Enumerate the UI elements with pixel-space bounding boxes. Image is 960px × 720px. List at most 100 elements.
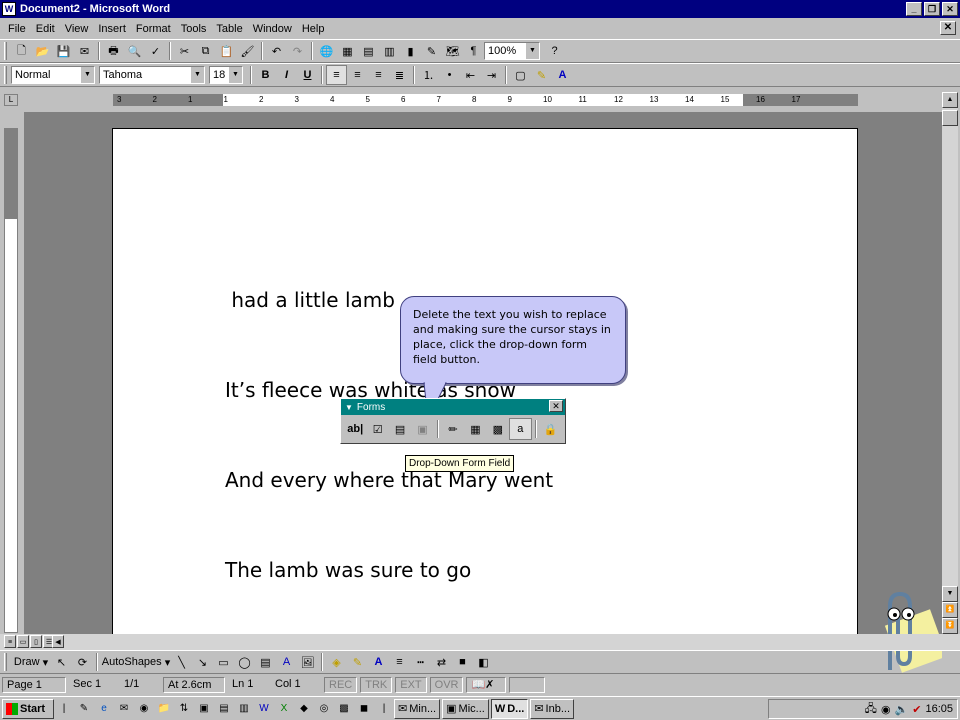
arrow-style-icon[interactable]: ⇄ <box>431 652 452 672</box>
print-icon[interactable]: 🖶 <box>103 41 124 61</box>
toolbar-grip[interactable] <box>4 66 7 84</box>
arrow-icon[interactable]: ↘ <box>192 652 213 672</box>
3d-icon[interactable]: ◧ <box>473 652 494 672</box>
quicklaunch-excel-icon[interactable]: X <box>274 699 294 719</box>
insert-excel-icon[interactable]: ▥ <box>379 41 400 61</box>
task-button[interactable]: ✉ Inb... <box>530 698 575 719</box>
draw-menu-button[interactable]: Draw ▾ <box>11 652 51 672</box>
print-layout-icon[interactable]: ▯ <box>30 635 42 648</box>
align-center-icon[interactable]: ≡ <box>347 65 368 85</box>
bullets-icon[interactable]: • <box>439 65 460 85</box>
new-document-icon[interactable]: 🗋 <box>11 41 32 61</box>
forms-toolbar-title[interactable]: ▼ Forms ✕ <box>341 399 565 415</box>
shadow-icon[interactable]: ■ <box>452 652 473 672</box>
clock[interactable]: 16:05 <box>925 703 953 715</box>
quicklaunch-folder-icon[interactable]: 📁 <box>154 699 174 719</box>
chevron-down-icon[interactable]: ▼ <box>228 67 242 83</box>
scroll-thumb[interactable] <box>942 110 958 126</box>
quicklaunch-app-icon[interactable]: ◆ <box>294 699 314 719</box>
numbering-icon[interactable]: ⒈ <box>418 65 439 85</box>
quicklaunch-app-icon[interactable]: ▥ <box>234 699 254 719</box>
insert-table-icon[interactable]: ▦ <box>464 418 486 440</box>
quicklaunch-edit-icon[interactable]: ✎ <box>74 699 94 719</box>
spelling-status-icon[interactable]: 📖✗ <box>466 677 507 693</box>
next-page-icon[interactable]: ⏬ <box>942 618 958 634</box>
quicklaunch-outlook-icon[interactable]: ✉ <box>114 699 134 719</box>
vertical-scrollbar[interactable]: ▲ ▼ ⏫ ⏬ <box>942 92 958 634</box>
undo-icon[interactable]: ↶ <box>266 41 287 61</box>
insert-table-icon[interactable]: ▤ <box>358 41 379 61</box>
status-rec[interactable]: REC <box>324 677 358 693</box>
close-button[interactable]: ✕ <box>942 2 958 16</box>
copy-icon[interactable]: ⧉ <box>195 41 216 61</box>
format-painter-icon[interactable]: 🖌 <box>237 41 258 61</box>
previous-page-icon[interactable]: ⏫ <box>942 602 958 618</box>
borders-icon[interactable]: ▢ <box>510 65 531 85</box>
help-icon[interactable]: ? <box>544 41 565 61</box>
quicklaunch-ftp-icon[interactable]: ⇅ <box>174 699 194 719</box>
oval-icon[interactable]: ◯ <box>234 652 255 672</box>
task-button[interactable]: ▣ Mic... <box>442 698 489 719</box>
restore-button[interactable]: ❐ <box>924 2 940 16</box>
open-folder-icon[interactable]: 📂 <box>32 41 53 61</box>
cut-icon[interactable]: ✂ <box>174 41 195 61</box>
normal-view-icon[interactable]: ≡ <box>4 635 16 648</box>
align-right-icon[interactable]: ≡ <box>368 65 389 85</box>
show-hide-icon[interactable]: ¶ <box>463 41 484 61</box>
autoshapes-menu-button[interactable]: AutoShapes ▾ <box>101 652 171 672</box>
spelling-icon[interactable]: ✓ <box>145 41 166 61</box>
close-icon[interactable]: ✕ <box>549 400 563 412</box>
justify-icon[interactable]: ≣ <box>389 65 410 85</box>
drawing-icon[interactable]: ✎ <box>421 41 442 61</box>
font-color-icon[interactable]: A <box>368 652 389 672</box>
bold-button[interactable]: B <box>255 65 276 85</box>
zoom-select[interactable]: 100% ▼ <box>484 42 540 60</box>
menu-table[interactable]: Table <box>212 23 248 35</box>
word-app-icon[interactable]: W <box>2 2 16 16</box>
save-icon[interactable]: 💾 <box>53 41 74 61</box>
protect-form-icon[interactable]: 🔒 <box>540 418 562 440</box>
paste-icon[interactable]: 📋 <box>216 41 237 61</box>
print-preview-icon[interactable]: 🔍 <box>124 41 145 61</box>
task-button-active[interactable]: W D... <box>490 698 529 719</box>
quicklaunch-app-icon[interactable]: ◎ <box>314 699 334 719</box>
quicklaunch-word-icon[interactable]: W <box>254 699 274 719</box>
free-rotate-icon[interactable]: ⟳ <box>72 652 93 672</box>
drop-down-form-field-icon[interactable]: ▤ <box>389 418 411 440</box>
font-color-icon[interactable]: A <box>552 65 573 85</box>
horizontal-scrollbar[interactable]: ≡ ▭ ▯ ☰ ◀ <box>0 634 960 650</box>
insert-frame-icon[interactable]: ▩ <box>487 418 509 440</box>
line-color-icon[interactable]: ✎ <box>347 652 368 672</box>
chevron-down-icon[interactable]: ▼ <box>80 67 94 83</box>
scroll-left-icon[interactable]: ◀ <box>52 635 64 648</box>
tray-volume-icon[interactable]: 🔈 <box>895 703 909 716</box>
menu-view[interactable]: View <box>61 23 95 35</box>
quicklaunch-app-icon[interactable]: ◼ <box>354 699 374 719</box>
hyperlink-icon[interactable]: 🌐 <box>316 41 337 61</box>
horizontal-ruler[interactable]: 3 2 1 1 2 3 4 5 6 7 8 9 10 11 12 13 14 15 16 17 <box>113 94 858 106</box>
font-size-select[interactable]: 18 ▼ <box>209 66 243 84</box>
start-button[interactable]: Start <box>2 698 54 719</box>
rectangle-icon[interactable]: ▭ <box>213 652 234 672</box>
line-icon[interactable]: ╲ <box>171 652 192 672</box>
draw-table-icon[interactable]: ✏ <box>442 418 464 440</box>
clip-art-icon[interactable]: 🖼 <box>297 652 318 672</box>
tab-selector[interactable]: L <box>4 94 18 106</box>
fill-color-icon[interactable]: ◈ <box>326 652 347 672</box>
redo-icon[interactable]: ↷ <box>287 41 308 61</box>
decrease-indent-icon[interactable]: ⇤ <box>460 65 481 85</box>
highlight-icon[interactable]: ✎ <box>531 65 552 85</box>
vertical-ruler[interactable] <box>4 128 18 633</box>
line-style-icon[interactable]: ≡ <box>389 652 410 672</box>
menu-edit[interactable]: Edit <box>32 23 61 35</box>
menu-file[interactable]: File <box>4 23 32 35</box>
toolbar-grip[interactable] <box>4 653 7 671</box>
toolbar-grip[interactable] <box>4 42 7 60</box>
menu-help[interactable]: Help <box>298 23 331 35</box>
web-layout-icon[interactable]: ▭ <box>17 635 29 648</box>
email-icon[interactable]: ✉ <box>74 41 95 61</box>
wordart-icon[interactable]: A <box>276 652 297 672</box>
quicklaunch-ie-icon[interactable]: e <box>94 699 114 719</box>
text-box-icon[interactable]: ▤ <box>255 652 276 672</box>
chevron-down-icon[interactable]: ▼ <box>525 43 539 59</box>
